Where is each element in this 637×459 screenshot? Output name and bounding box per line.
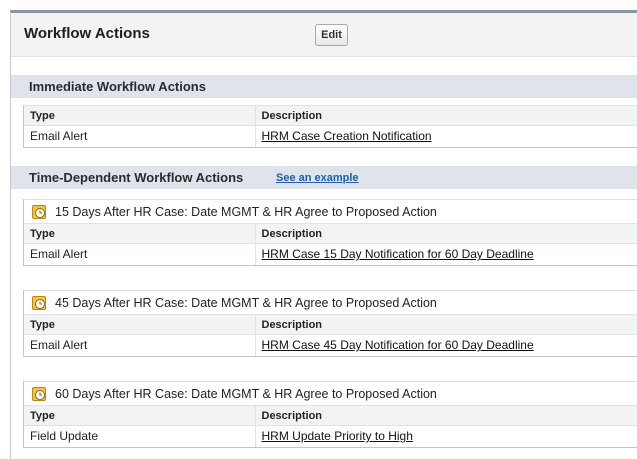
action-type: Email Alert xyxy=(30,247,88,262)
time-trigger-title: 45 Days After HR Case: Date MGMT & HR Ag… xyxy=(55,296,437,310)
type-column-header: Type xyxy=(24,105,255,126)
action-description: HRM Update Priority to High xyxy=(254,425,637,447)
time-dependent-section-header: Time-Dependent Workflow Actions See an e… xyxy=(11,165,637,189)
table-row: Field Update HRM Update Priority to High xyxy=(24,425,637,447)
action-description: HRM Case 15 Day Notification for 60 Day … xyxy=(254,243,637,265)
table-row: Email Alert HRM Case Creation Notificati… xyxy=(24,125,637,147)
time-trigger-header: 60 Days After HR Case: Date MGMT & HR Ag… xyxy=(24,381,637,405)
type-column-header: Type xyxy=(24,223,255,244)
clock-icon xyxy=(32,387,46,401)
description-column-header: Description xyxy=(254,405,637,426)
type-column-header: Type xyxy=(24,314,255,335)
table-header-row: Type Description xyxy=(24,314,637,335)
action-description-link[interactable]: HRM Update Priority to High xyxy=(262,429,413,443)
immediate-actions-title: Immediate Workflow Actions xyxy=(29,79,206,94)
table-header-row: Type Description xyxy=(24,405,637,426)
time-dependent-title: Time-Dependent Workflow Actions xyxy=(29,170,244,185)
type-column-header: Type xyxy=(24,405,255,426)
time-trigger-header: 45 Days After HR Case: Date MGMT & HR Ag… xyxy=(24,290,637,314)
table-row: Email Alert HRM Case 15 Day Notification… xyxy=(24,243,637,265)
time-trigger-title: 15 Days After HR Case: Date MGMT & HR Ag… xyxy=(55,205,437,219)
panel-header: Workflow Actions Edit xyxy=(11,13,637,57)
workflow-actions-panel: Workflow Actions Edit Immediate Workflow… xyxy=(10,10,637,459)
time-trigger-header: 15 Days After HR Case: Date MGMT & HR Ag… xyxy=(24,199,637,223)
time-trigger-title: 60 Days After HR Case: Date MGMT & HR Ag… xyxy=(55,387,437,401)
time-trigger-group-15-days: 15 Days After HR Case: Date MGMT & HR Ag… xyxy=(23,199,637,266)
table-header-row: Type Description xyxy=(24,223,637,244)
time-trigger-group-60-days: 60 Days After HR Case: Date MGMT & HR Ag… xyxy=(23,381,637,448)
panel-title: Workflow Actions xyxy=(24,25,150,42)
action-description-link[interactable]: HRM Case 15 Day Notification for 60 Day … xyxy=(262,247,534,261)
action-description: HRM Case Creation Notification xyxy=(254,125,637,147)
immediate-actions-section-header: Immediate Workflow Actions xyxy=(11,74,637,98)
action-type: Field Update xyxy=(30,429,99,444)
edit-button[interactable]: Edit xyxy=(315,24,348,46)
action-description: HRM Case 45 Day Notification for 60 Day … xyxy=(254,334,637,356)
description-column-header: Description xyxy=(254,314,637,335)
description-column-header: Description xyxy=(254,223,637,244)
see-an-example-link[interactable]: See an example xyxy=(276,172,359,184)
clock-icon xyxy=(32,205,46,219)
immediate-actions-table: Type Description Email Alert HRM Case Cr… xyxy=(23,105,637,148)
description-column-header: Description xyxy=(254,105,637,126)
time-trigger-group-45-days: 45 Days After HR Case: Date MGMT & HR Ag… xyxy=(23,290,637,357)
table-row: Email Alert HRM Case 45 Day Notification… xyxy=(24,334,637,356)
clock-icon xyxy=(32,296,46,310)
action-type: Email Alert xyxy=(30,129,88,144)
table-header-row: Type Description xyxy=(24,105,637,126)
action-type: Email Alert xyxy=(30,338,88,353)
action-description-link[interactable]: HRM Case Creation Notification xyxy=(262,129,432,143)
action-description-link[interactable]: HRM Case 45 Day Notification for 60 Day … xyxy=(262,338,534,352)
